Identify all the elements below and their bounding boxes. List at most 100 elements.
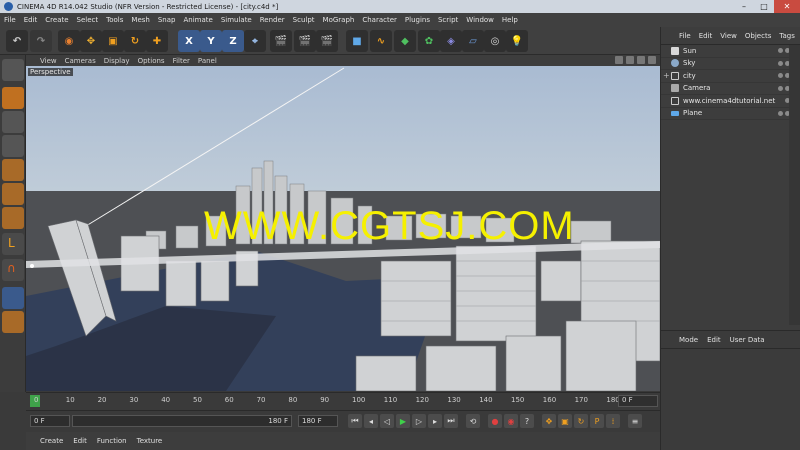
render-view-icon[interactable]: 🎬 bbox=[270, 30, 292, 52]
menu-animate[interactable]: Animate bbox=[183, 16, 212, 24]
key-parameter-icon[interactable]: P bbox=[590, 414, 604, 428]
visibility-toggles[interactable] bbox=[776, 73, 790, 78]
z-axis-lock-icon[interactable]: Z bbox=[222, 30, 244, 52]
orbit-icon[interactable] bbox=[637, 56, 645, 64]
floor-icon[interactable]: ▱ bbox=[462, 30, 484, 52]
live-selection-icon[interactable]: ◉ bbox=[58, 30, 80, 52]
record-keys-icon[interactable]: ● bbox=[488, 414, 502, 428]
material-menu-texture[interactable]: Texture bbox=[137, 437, 163, 445]
deformer-icon[interactable]: ◈ bbox=[440, 30, 462, 52]
render-settings-icon[interactable]: 🎬 bbox=[316, 30, 338, 52]
previous-key-icon[interactable]: ◂ bbox=[364, 414, 378, 428]
workplane-mode-icon[interactable] bbox=[2, 135, 24, 157]
objects-menu-objects[interactable]: Objects bbox=[745, 32, 771, 40]
edges-mode-icon[interactable] bbox=[2, 183, 24, 205]
material-menu-function[interactable]: Function bbox=[97, 437, 127, 445]
move-tool-icon[interactable]: ✥ bbox=[80, 30, 102, 52]
subdivision-surface-icon[interactable]: ◆ bbox=[394, 30, 416, 52]
points-mode-icon[interactable] bbox=[2, 159, 24, 181]
coordinate-system-icon[interactable]: ⌖ bbox=[244, 30, 266, 52]
timeline-menu-icon[interactable]: ≡ bbox=[628, 414, 642, 428]
polygons-mode-icon[interactable] bbox=[2, 207, 24, 229]
add-object-icon[interactable]: ✚ bbox=[146, 30, 168, 52]
visibility-toggles[interactable] bbox=[776, 48, 790, 53]
previous-frame-icon[interactable]: ◁ bbox=[380, 414, 394, 428]
keyframe-selection-icon[interactable]: ? bbox=[520, 414, 534, 428]
object-row-plane[interactable]: Plane bbox=[661, 108, 800, 120]
menu-render[interactable]: Render bbox=[260, 16, 285, 24]
menu-character[interactable]: Character bbox=[362, 16, 397, 24]
loop-icon[interactable]: ⟲ bbox=[466, 414, 480, 428]
frame-range-slider[interactable]: 180 F bbox=[72, 415, 292, 427]
make-editable-icon[interactable] bbox=[2, 59, 24, 81]
cloner-icon[interactable]: ✿ bbox=[418, 30, 440, 52]
viewport-menu-view[interactable]: View bbox=[40, 57, 57, 65]
menu-create[interactable]: Create bbox=[45, 16, 68, 24]
timeline-ruler[interactable]: 0 10 20 30 40 50 60 70 80 90 100 110 120 130 140 150 160… bbox=[26, 393, 620, 411]
menu-script[interactable]: Script bbox=[438, 16, 458, 24]
menu-tools[interactable]: Tools bbox=[106, 16, 123, 24]
magnet-snap-icon[interactable]: ∩ bbox=[2, 259, 24, 281]
light-icon[interactable]: 💡 bbox=[506, 30, 528, 52]
attributes-menu-edit[interactable]: Edit bbox=[707, 336, 721, 344]
play-icon[interactable]: ▶ bbox=[396, 414, 410, 428]
object-row-sun[interactable]: Sun bbox=[661, 45, 800, 58]
maximize-button[interactable]: □ bbox=[754, 0, 774, 13]
axis-mode-icon[interactable]: L bbox=[2, 233, 24, 255]
y-axis-lock-icon[interactable]: Y bbox=[200, 30, 222, 52]
menu-help[interactable]: Help bbox=[502, 16, 518, 24]
object-row-city[interactable]: + city bbox=[661, 70, 800, 83]
key-position-icon[interactable]: ✥ bbox=[542, 414, 556, 428]
model-mode-icon[interactable] bbox=[2, 87, 24, 109]
layout-icon[interactable] bbox=[648, 56, 656, 64]
visibility-toggles[interactable] bbox=[776, 60, 790, 66]
next-frame-icon[interactable]: ▷ bbox=[412, 414, 426, 428]
go-to-end-icon[interactable]: ⏭ bbox=[444, 414, 458, 428]
timeline[interactable]: 0 10 20 30 40 50 60 70 80 90 100 110 120 130 140 150 160… bbox=[26, 392, 660, 410]
menu-select[interactable]: Select bbox=[77, 16, 99, 24]
object-row-sky[interactable]: Sky bbox=[661, 58, 800, 70]
current-frame-field[interactable]: 0 F bbox=[618, 395, 658, 407]
menu-plugins[interactable]: Plugins bbox=[405, 16, 430, 24]
viewport-menu-panel[interactable]: Panel bbox=[198, 57, 217, 65]
key-point-level-icon[interactable]: ⁞ bbox=[606, 414, 620, 428]
next-key-icon[interactable]: ▸ bbox=[428, 414, 442, 428]
cube-primitive-icon[interactable]: ■ bbox=[346, 30, 368, 52]
texture-mode-icon[interactable] bbox=[2, 111, 24, 133]
perspective-viewport[interactable]: Perspective WWW.CGTSJ.COM bbox=[26, 66, 660, 391]
menu-mograph[interactable]: MoGraph bbox=[323, 16, 355, 24]
material-menu-edit[interactable]: Edit bbox=[73, 437, 87, 445]
menu-window[interactable]: Window bbox=[466, 16, 494, 24]
pan-icon[interactable] bbox=[615, 56, 623, 64]
menu-mesh[interactable]: Mesh bbox=[131, 16, 149, 24]
close-button[interactable]: ✕ bbox=[774, 0, 800, 13]
viewport-menu-cameras[interactable]: Cameras bbox=[65, 57, 96, 65]
camera-icon[interactable]: ◎ bbox=[484, 30, 506, 52]
key-rotation-icon[interactable]: ↻ bbox=[574, 414, 588, 428]
go-to-start-icon[interactable]: ⏮ bbox=[348, 414, 362, 428]
menu-snap[interactable]: Snap bbox=[158, 16, 176, 24]
attributes-menu-user-data[interactable]: User Data bbox=[730, 336, 765, 344]
viewport-menu-display[interactable]: Display bbox=[104, 57, 130, 65]
end-frame-field[interactable]: 180 F bbox=[298, 415, 338, 427]
viewport-menu-options[interactable]: Options bbox=[138, 57, 165, 65]
objects-menu-edit[interactable]: Edit bbox=[699, 32, 713, 40]
object-row-camera[interactable]: Camera bbox=[661, 83, 800, 95]
object-row-website-null[interactable]: www.cinema4dtutorial.net bbox=[661, 95, 800, 108]
lock-workplane-icon[interactable] bbox=[2, 287, 24, 309]
undo-icon[interactable]: ↶ bbox=[6, 30, 28, 52]
start-frame-field[interactable]: 0 F bbox=[30, 415, 70, 427]
zoom-icon[interactable] bbox=[626, 56, 634, 64]
objects-menu-view[interactable]: View bbox=[720, 32, 737, 40]
expand-icon[interactable]: + bbox=[663, 71, 670, 80]
side-tabs[interactable] bbox=[789, 45, 800, 325]
visibility-toggles[interactable] bbox=[776, 110, 790, 116]
attributes-menu-mode[interactable]: Mode bbox=[679, 336, 698, 344]
objects-menu-file[interactable]: File bbox=[679, 32, 691, 40]
rotate-tool-icon[interactable]: ↻ bbox=[124, 30, 146, 52]
solo-mode-icon[interactable] bbox=[2, 311, 24, 333]
material-menu-create[interactable]: Create bbox=[40, 437, 63, 445]
minimize-button[interactable]: – bbox=[734, 0, 754, 13]
menu-sculpt[interactable]: Sculpt bbox=[293, 16, 315, 24]
menu-edit[interactable]: Edit bbox=[24, 16, 38, 24]
